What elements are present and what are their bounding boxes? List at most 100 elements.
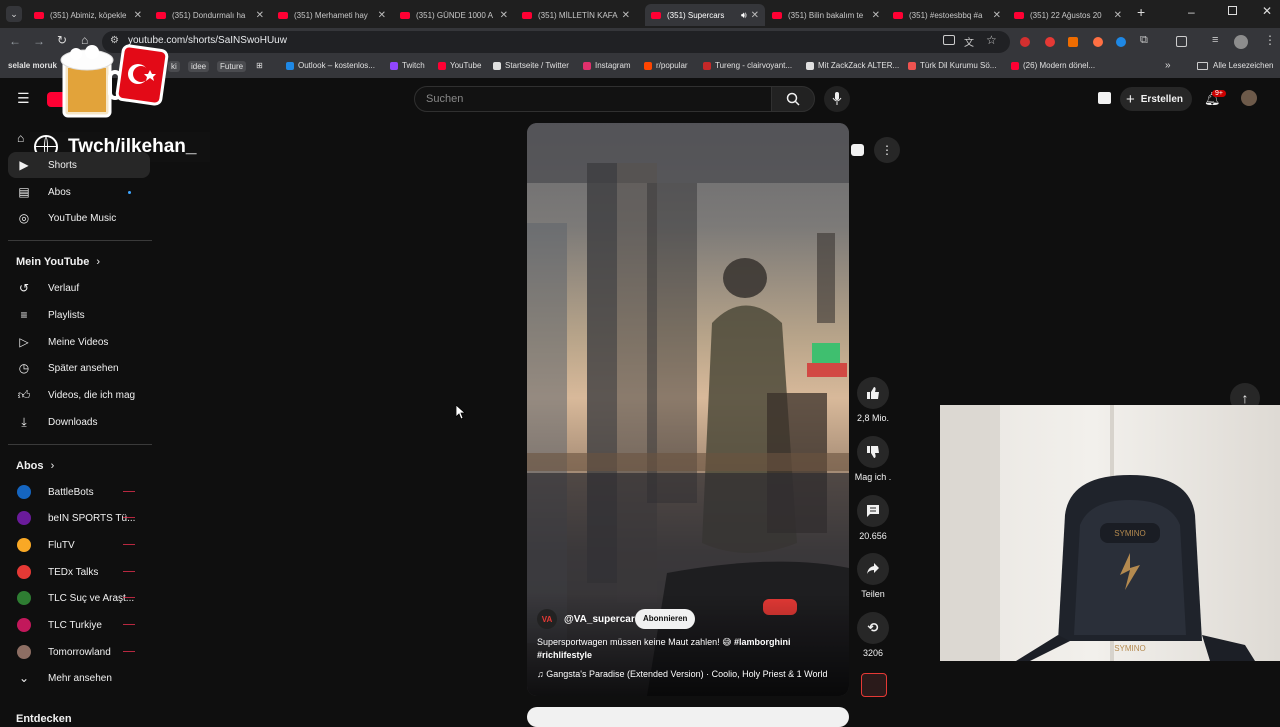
sidebar-item[interactable]: TEDx Talks	[0, 559, 150, 585]
more-options-button[interactable]: ⋮	[874, 137, 900, 163]
sidebar-item[interactable]: ▷ Meine Videos	[0, 329, 150, 355]
browser-tab[interactable]: (351) 22 Ağustos 20 ✕	[1008, 4, 1128, 26]
bookmark-item[interactable]: Tureng - clairvoyant...	[703, 61, 792, 70]
channel-name[interactable]: @VA_supercars	[564, 614, 640, 625]
sound-thumbnail[interactable]	[861, 673, 887, 697]
profile-avatar[interactable]	[1234, 35, 1248, 49]
like-button[interactable]	[857, 377, 889, 409]
my-youtube-heading[interactable]: Mein YouTube ›	[16, 256, 100, 268]
bookmark-item[interactable]: selale moruk	[8, 61, 57, 70]
sidebar-item[interactable]: ≡ Playlists	[0, 302, 150, 328]
close-tab-icon[interactable]: ✕	[872, 10, 880, 21]
share-button[interactable]	[857, 553, 889, 585]
extension-icon[interactable]	[1020, 37, 1030, 47]
cast-icon[interactable]	[1098, 92, 1111, 104]
music-row[interactable]: ♫ Gangsta's Paradise (Extended Version) …	[537, 669, 847, 679]
new-tab-button[interactable]: +	[1137, 4, 1145, 20]
extension-icon[interactable]	[1093, 37, 1103, 47]
sidepanel-icon[interactable]	[1176, 36, 1187, 47]
create-button[interactable]: + Erstellen	[1120, 87, 1192, 111]
translate-icon[interactable]: 文	[964, 34, 974, 49]
tab-search-button[interactable]: ⌄	[6, 6, 22, 22]
close-tab-icon[interactable]: ✕	[500, 10, 508, 21]
close-tab-icon[interactable]: ✕	[256, 10, 264, 21]
media-icon[interactable]: ≡	[1212, 34, 1218, 46]
hashtag-link[interactable]: #lamborghini	[734, 637, 791, 647]
voice-search-button[interactable]	[824, 86, 850, 112]
close-tab-icon[interactable]: ✕	[378, 10, 386, 21]
all-bookmarks-link[interactable]: Alle Lesezeichen	[1213, 61, 1273, 70]
sidebar-item[interactable]: ↺ Verlauf	[0, 275, 150, 301]
remix-button[interactable]: ⟲	[857, 612, 889, 644]
sidebar-item[interactable]: ◷ Später ansehen	[0, 355, 150, 381]
comments-button[interactable]	[857, 495, 889, 527]
bookmark-item[interactable]: Mit ZackZack ALTER...	[806, 61, 899, 70]
bookmark-item[interactable]: YouTube	[438, 61, 481, 70]
sidebar-item[interactable]: ▤ Abos	[0, 179, 150, 205]
browser-tab[interactable]: (351) Merhameti hay ✕	[272, 4, 392, 26]
bookmark-item[interactable]: Twitch	[390, 61, 425, 70]
bookmark-item[interactable]: Outlook – kostenlos...	[286, 61, 375, 70]
browser-tab[interactable]: (351) MİLLETİN KAFA ✕	[516, 4, 636, 26]
hashtag-link[interactable]: #richlifestyle	[537, 650, 592, 660]
close-window-button[interactable]: ✕	[1262, 4, 1272, 18]
close-tab-icon[interactable]: ✕	[134, 10, 142, 21]
close-tab-icon[interactable]: ✕	[751, 10, 759, 21]
bookmark-item[interactable]: idee	[188, 61, 210, 72]
bookmark-item[interactable]: r/popular	[644, 61, 688, 70]
sidebar-item[interactable]: FluTV	[0, 532, 150, 558]
search-placeholder: Suchen	[426, 93, 464, 105]
sidebar-item[interactable]: ◎ YouTube Music	[0, 205, 150, 231]
sidebar-item[interactable]: TLC Turkiye	[0, 612, 150, 638]
next-short-preview[interactable]	[527, 707, 849, 727]
minimize-button[interactable]: –	[1188, 5, 1195, 19]
more-menu-icon[interactable]: ⋮	[1264, 33, 1276, 47]
bookmark-item[interactable]: Instagram	[583, 61, 631, 70]
extension-icon[interactable]	[1116, 37, 1126, 47]
browser-tab[interactable]: (351) Dondurmalı ha ✕	[150, 4, 270, 26]
close-tab-icon[interactable]: ✕	[1114, 10, 1122, 21]
dislike-button[interactable]	[857, 436, 889, 468]
extension-icon[interactable]	[1068, 37, 1078, 47]
sidebar-item[interactable]: ▶ Shorts	[8, 152, 150, 178]
bookmark-item[interactable]: Türk Dil Kurumu Sö...	[908, 61, 996, 70]
browser-tab[interactable]: (351) #estoesbbq #a ✕	[887, 4, 1007, 26]
channel-avatar[interactable]: VA	[537, 609, 557, 629]
back-icon[interactable]: ←	[9, 34, 21, 48]
effects-icon[interactable]	[851, 144, 864, 156]
search-button[interactable]	[771, 86, 815, 112]
extension-icon[interactable]	[1045, 37, 1055, 47]
apps-grid-icon[interactable]: ⊞	[256, 61, 263, 70]
cast-icon[interactable]	[943, 35, 955, 45]
bookmark-star-icon[interactable]: ☆	[986, 33, 997, 47]
browser-tab[interactable]: (351) GÜNDE 1000 A ✕	[394, 4, 514, 26]
subscriptions-heading[interactable]: Abos ›	[16, 460, 54, 472]
bookmarks-overflow-icon[interactable]: »	[1165, 60, 1171, 71]
browser-tab[interactable]: (351) Bilin bakalım te ✕	[766, 4, 886, 26]
sidebar-item[interactable]: TLC Suç ve Araşt...	[0, 585, 150, 611]
sidebar-item[interactable]: Tomorrowland	[0, 639, 150, 665]
forward-icon[interactable]: →	[33, 34, 45, 48]
sidebar-item[interactable]: 👍︎ Videos, die ich mag	[0, 382, 150, 408]
subscribe-button[interactable]: Abonnieren	[635, 609, 696, 629]
puzzle-icon[interactable]: ⧉	[1140, 34, 1148, 47]
browser-tab[interactable]: (351) Abimiz, köpekle ✕	[28, 4, 148, 26]
sidebar-item[interactable]: BattleBots	[0, 479, 150, 505]
bookmark-item[interactable]: Future	[217, 61, 247, 72]
close-tab-icon[interactable]: ✕	[622, 10, 630, 21]
sidebar-item[interactable]: beIN SPORTS Tü...	[0, 505, 150, 531]
speaker-icon[interactable]: 🔊︎	[741, 10, 747, 21]
search-input[interactable]: Suchen	[414, 86, 772, 112]
close-tab-icon[interactable]: ✕	[993, 10, 1001, 21]
show-more-button[interactable]: ⌄ Mehr ansehen	[0, 665, 150, 691]
sidebar-item[interactable]: ⤓ Downloads	[0, 409, 150, 435]
short-video-player[interactable]: VA @VA_supercars Abonnieren Supersportwa…	[527, 123, 849, 696]
live-indicator-icon	[123, 570, 135, 574]
tab-active[interactable]: (351) Supercars 🔊︎ ✕	[645, 4, 765, 26]
bookmark-item[interactable]: (26) Modern dönel...	[1011, 61, 1095, 70]
menu-icon[interactable]: ☰	[17, 90, 30, 107]
bookmark-item[interactable]: Startseite / Twitter	[493, 61, 569, 70]
maximize-button[interactable]	[1228, 6, 1237, 15]
home-icon[interactable]: ⌂	[17, 131, 24, 145]
account-avatar[interactable]	[1241, 90, 1257, 106]
